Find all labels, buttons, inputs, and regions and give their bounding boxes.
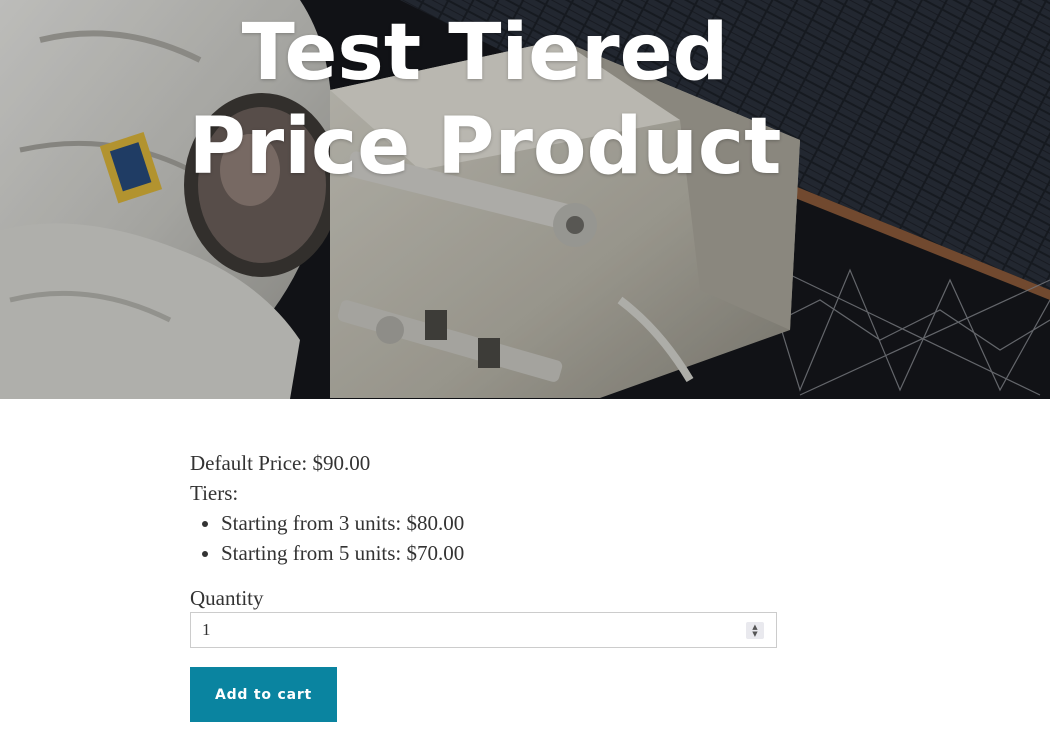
quantity-stepper[interactable]: ▲ ▼ xyxy=(190,612,777,648)
list-item: Starting from 5 units: $70.00 xyxy=(221,538,780,568)
default-price: Default Price: $90.00 xyxy=(190,451,371,475)
hero-banner: Test Tiered Price Product xyxy=(0,0,1050,399)
add-to-cart-button[interactable]: Add to cart xyxy=(190,667,337,722)
tier-price: $80.00 xyxy=(406,511,465,535)
page-title: Test Tiered Price Product xyxy=(188,8,782,192)
tier-label: Starting from 5 units: xyxy=(221,541,402,565)
quantity-label: Quantity xyxy=(190,586,264,610)
tiers-label: Tiers: xyxy=(190,481,239,505)
stepper-control[interactable]: ▲ ▼ xyxy=(746,622,764,639)
chevron-down-icon[interactable]: ▼ xyxy=(752,630,757,638)
tier-label: Starting from 3 units: xyxy=(221,511,402,535)
tiers-list: Starting from 3 units: $80.00 Starting f… xyxy=(190,508,780,568)
list-item: Starting from 3 units: $80.00 xyxy=(221,508,780,538)
quantity-input[interactable] xyxy=(191,613,731,647)
tier-price: $70.00 xyxy=(406,541,465,565)
product-details: Default Price: $90.00 Tiers: Starting fr… xyxy=(190,448,780,648)
